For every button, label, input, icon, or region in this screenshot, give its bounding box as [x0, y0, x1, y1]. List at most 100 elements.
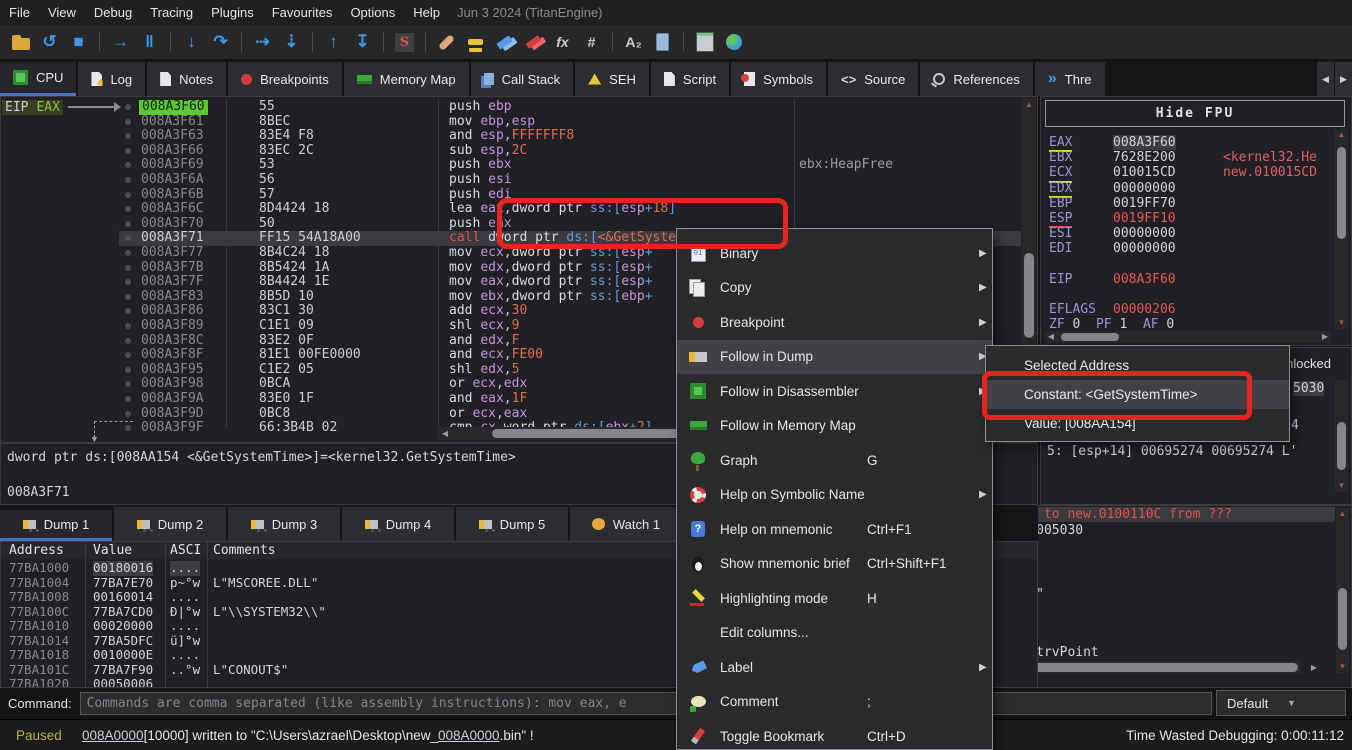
tab-watch-1[interactable]: Watch 1	[570, 507, 682, 541]
stack-horizontal-scrollbar[interactable]	[996, 661, 1302, 674]
breakpoint-dot[interactable]	[125, 250, 131, 256]
functions-icon[interactable]: fx	[549, 29, 576, 55]
menu-help[interactable]: Help	[404, 0, 449, 25]
breakpoint-dot[interactable]	[125, 148, 131, 154]
step-into-icon[interactable]: ↓	[178, 29, 205, 55]
breakpoint-dot[interactable]	[125, 119, 131, 125]
scroll-down-arrow-icon[interactable]: ▼	[1335, 317, 1348, 329]
registers-vertical-scrollbar[interactable]: ▲ ▼	[1335, 129, 1348, 329]
argument-row[interactable]: 5: [esp+14] 00695274 00695274 L'	[1047, 444, 1297, 459]
open-file-icon[interactable]	[7, 29, 34, 55]
tab-source[interactable]: <>Source	[828, 62, 918, 96]
menu-file[interactable]: File	[0, 0, 39, 25]
scrollbar-thumb[interactable]	[1061, 333, 1119, 341]
scrollbar-thumb[interactable]	[1337, 422, 1346, 470]
disasm-row[interactable]: 008A3F6953push ebxebx:HeapFree	[1, 158, 1021, 173]
calling-convention-dropdown[interactable]: Default ▼	[1216, 690, 1346, 716]
register-row[interactable]: ECX010015CDnew.010015CD	[1041, 165, 1351, 180]
tab-notes[interactable]: Notes	[147, 62, 226, 96]
register-row[interactable]: EDX00000000	[1041, 181, 1351, 196]
disasm-row[interactable]: 008A3F6683EC 2Csub esp,2C	[1, 144, 1021, 159]
disasm-row[interactable]: 008A3F6055push ebp	[1, 100, 1021, 115]
breakpoint-dot[interactable]	[125, 294, 131, 300]
menu-tracing[interactable]: Tracing	[141, 0, 202, 25]
animate-into-icon[interactable]: ⇢	[249, 29, 276, 55]
step-over-icon[interactable]: ↷	[207, 29, 234, 55]
menu-item-help-on-mnemonic[interactable]: ?Help on mnemonicCtrl+F1	[677, 512, 992, 547]
breakpoint-dot[interactable]	[125, 396, 131, 402]
run-icon[interactable]: →	[107, 29, 134, 55]
register-row[interactable]: EDI00000000	[1041, 241, 1351, 256]
comments-icon[interactable]	[462, 29, 489, 55]
menu-item-breakpoint[interactable]: Breakpoint▶	[677, 305, 992, 340]
stack-row-return[interactable]: eturn to new.0100110C from ???	[994, 507, 1335, 522]
breakpoint-dot[interactable]	[125, 177, 131, 183]
breakpoint-dot[interactable]	[125, 367, 131, 373]
menu-item-edit-columns-[interactable]: Edit columns...	[677, 616, 992, 651]
scroll-up-arrow-icon[interactable]: ▲	[1022, 99, 1036, 111]
breakpoint-dot[interactable]	[125, 308, 131, 314]
status-address-link[interactable]: 008A0000	[438, 728, 500, 743]
tab-cpu[interactable]: CPU	[0, 62, 76, 96]
tab-dump-4[interactable]: Dump 4	[342, 507, 454, 541]
submenu-item-constant-getsystemtime-[interactable]: Constant: <GetSystemTime>	[986, 380, 1289, 409]
menu-item-comment[interactable]: Comment;	[677, 685, 992, 720]
run-to-user-code-icon[interactable]: ↧	[349, 29, 376, 55]
submenu-item-value-008aa154-[interactable]: Value: [008AA154]	[986, 409, 1289, 438]
tab-memory-map[interactable]: Memory Map	[344, 62, 469, 96]
breakpoint-dot[interactable]	[125, 381, 131, 387]
disasm-row[interactable]: 008A3F6A56push esi	[1, 173, 1021, 188]
submenu-item-selected-address[interactable]: Selected Address	[986, 351, 1289, 380]
menu-item-binary[interactable]: 01Binary▶	[677, 236, 992, 271]
tab-seh[interactable]: SEH	[575, 62, 649, 96]
column-header-address[interactable]: Address	[9, 542, 64, 559]
breakpoint-dot[interactable]	[125, 265, 131, 271]
scrollbar-thumb[interactable]	[1024, 253, 1034, 338]
text-a2-icon[interactable]: A₂	[620, 29, 647, 55]
tab-dump-3[interactable]: Dump 3	[228, 507, 340, 541]
calculator-icon[interactable]	[691, 29, 718, 55]
labels-icon[interactable]	[491, 29, 518, 55]
pause-icon[interactable]: ‖	[136, 29, 163, 55]
register-row[interactable]: ESI00000000	[1041, 226, 1351, 241]
stop-icon[interactable]: ■	[65, 29, 92, 55]
menu-options[interactable]: Options	[341, 0, 404, 25]
menu-view[interactable]: View	[39, 0, 85, 25]
menu-plugins[interactable]: Plugins	[202, 0, 263, 25]
restart-icon[interactable]: ↺	[36, 29, 63, 55]
menu-debug[interactable]: Debug	[85, 0, 141, 25]
scroll-up-arrow-icon[interactable]: ▲	[1335, 129, 1348, 141]
register-row[interactable]: EBP0019FF70	[1041, 196, 1351, 211]
stack-vertical-scrollbar[interactable]: ▲ ▼	[1336, 508, 1349, 673]
scroll-left-arrow-icon[interactable]: ◀	[1045, 331, 1057, 343]
hash-icon[interactable]: #	[578, 29, 605, 55]
tab-references[interactable]: References	[920, 62, 1032, 96]
menu-item-copy[interactable]: Copy▶	[677, 271, 992, 306]
bookmarks-icon[interactable]	[520, 29, 547, 55]
register-row[interactable]: EIP008A3F60	[1041, 272, 1351, 287]
breakpoint-dot[interactable]	[125, 352, 131, 358]
scroll-right-arrow-icon[interactable]: ▶	[1308, 662, 1320, 674]
hide-fpu-button[interactable]: Hide FPU	[1045, 100, 1345, 127]
scroll-up-arrow-icon[interactable]: ▲	[1336, 508, 1349, 520]
breakpoint-dot[interactable]	[125, 162, 131, 168]
disasm-row[interactable]: 008A3F6383E4 F8and esp,FFFFFFF8	[1, 129, 1021, 144]
tab-call-stack[interactable]: Call Stack	[471, 62, 574, 96]
menu-item-follow-in-dump[interactable]: Follow in Dump▶	[677, 340, 992, 375]
breakpoint-dot[interactable]	[125, 221, 131, 227]
register-row[interactable]: EFLAGS00000206	[1041, 302, 1351, 317]
tab-breakpoints[interactable]: Breakpoints	[228, 62, 342, 96]
scroll-down-arrow-icon[interactable]: ▼	[1335, 480, 1348, 492]
tab-dump-1[interactable]: Dump 1	[0, 510, 112, 541]
scrollbar-thumb[interactable]	[1338, 588, 1347, 650]
menu-item-show-mnemonic-brief[interactable]: Show mnemonic briefCtrl+Shift+F1	[677, 547, 992, 582]
tab-scroll-right-button[interactable]: ▶	[1334, 62, 1352, 96]
register-row[interactable]: EBX7628E200<kernel32.He	[1041, 150, 1351, 165]
breakpoint-dot[interactable]	[125, 235, 131, 241]
menu-favourites[interactable]: Favourites	[263, 0, 342, 25]
column-header-value[interactable]: Value	[93, 542, 132, 559]
register-row[interactable]: ESP0019FF10	[1041, 211, 1351, 226]
column-header-asci[interactable]: ASCI	[170, 542, 201, 559]
breakpoint-dot[interactable]	[125, 411, 131, 417]
scroll-left-arrow-icon[interactable]: ◀	[439, 427, 451, 440]
